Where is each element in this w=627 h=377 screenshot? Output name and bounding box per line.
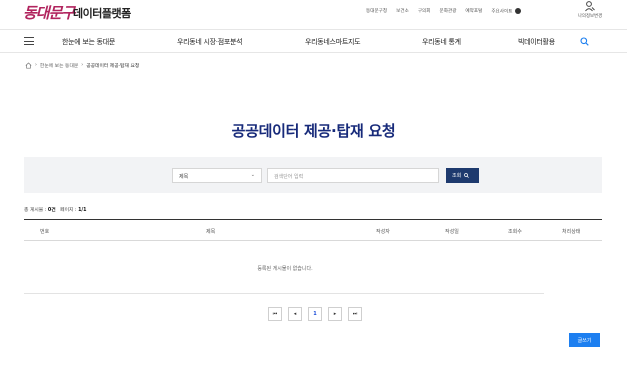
last-page-icon: ⏭	[352, 311, 358, 317]
search-icon[interactable]	[580, 37, 589, 46]
user-icon	[585, 1, 595, 12]
result-summary: 총 게시물 : 0건 페이지 : 1/1	[24, 206, 87, 213]
next-page-button[interactable]: ▸	[328, 307, 342, 321]
util-link-culture[interactable]: 문화관광	[440, 8, 457, 15]
nav-item-smart-map[interactable]: 우리동네스마트지도	[305, 37, 361, 47]
home-icon[interactable]	[25, 62, 32, 69]
nav-item-market-analysis[interactable]: 우리동네 시장·점포분석	[177, 37, 243, 47]
keyword-input[interactable]: 검색단어 입력	[267, 168, 439, 183]
column-header-status: 처리상태	[562, 229, 581, 235]
column-header-number: 번호	[40, 229, 50, 235]
user-menu[interactable]: 나의정보변경	[574, 1, 606, 19]
chevron-right-icon: ›	[35, 63, 37, 68]
chevron-right-icon: ›	[81, 63, 84, 68]
util-link-major-sites-label: 주요사이트	[491, 9, 513, 15]
nav-item-overview[interactable]: 한눈에 보는 동대문	[62, 37, 115, 47]
breadcrumb-item-current: 공공데이터 제공·탑재 요청	[86, 64, 140, 69]
column-header-date: 작성일	[445, 229, 459, 235]
util-link-reservation[interactable]: 예약포털	[465, 8, 482, 15]
main-nav: 한눈에 보는 동대문 우리동네 시장·점포분석 우리동네스마트지도 우리동네 통…	[0, 29, 627, 53]
search-button[interactable]: 조회	[446, 168, 479, 183]
total-count: 0건	[47, 208, 56, 213]
breadcrumb: › 한눈에 보는 동대문 › 공공데이터 제공·탑재 요청	[25, 62, 139, 69]
breadcrumb-item-overview[interactable]: 한눈에 보는 동대문	[40, 62, 78, 69]
total-label: 총 게시물 :	[24, 208, 47, 213]
search-button-label: 조회	[452, 173, 462, 179]
util-link-major-sites[interactable]: 주요사이트	[491, 8, 522, 15]
util-link-gu-office[interactable]: 동대문구청	[366, 8, 387, 15]
search-icon	[463, 173, 469, 178]
globe-icon	[515, 8, 522, 14]
table-header: 번호 제목 작성자 작성일 조회수 처리상태	[24, 219, 602, 241]
chevron-down-icon: ⌄	[250, 172, 255, 178]
page-label: 페이지 :	[60, 208, 77, 213]
first-page-button[interactable]: ⏮	[268, 307, 282, 321]
column-header-title: 제목	[206, 229, 216, 235]
nav-item-statistics[interactable]: 우리동네 통계	[422, 37, 461, 47]
nav-item-bigdata[interactable]: 빅데이터활용	[518, 37, 555, 47]
column-header-views: 조회수	[508, 229, 522, 235]
search-field-select-value: 제목	[179, 174, 189, 180]
write-button[interactable]: 글쓰기	[569, 333, 600, 347]
util-link-health-center[interactable]: 보건소	[396, 8, 409, 15]
page-indicator: 1/1	[78, 208, 87, 213]
last-page-button[interactable]: ⏭	[348, 307, 362, 321]
prev-page-button[interactable]: ◂	[288, 307, 302, 321]
page-number[interactable]: 1	[308, 307, 322, 321]
table-divider	[24, 293, 544, 294]
search-panel: 제목 ⌄ 검색단어 입력 조회	[24, 157, 602, 193]
first-page-icon: ⏮	[272, 311, 278, 317]
pagination: ⏮ ◂ 1 ▸ ⏭	[268, 307, 362, 321]
util-link-council[interactable]: 구의회	[418, 8, 431, 15]
next-page-icon: ▸	[333, 311, 337, 317]
menu-icon[interactable]	[24, 37, 34, 45]
column-header-author: 작성자	[376, 229, 390, 235]
search-field-select[interactable]: 제목 ⌄	[172, 168, 262, 183]
utility-links: 동대문구청 보건소 구의회 문화관광 예약포털 주요사이트	[366, 8, 522, 15]
site-logo[interactable]: 동대문구	[23, 2, 75, 23]
page-title: 공공데이터 제공·탑재 요청	[231, 122, 396, 140]
site-name[interactable]: 데이터플랫폼	[73, 5, 131, 21]
top-bar: 동대문구 데이터플랫폼 동대문구청 보건소 구의회 문화관광 예약포털 주요사이…	[0, 0, 627, 28]
user-menu-label: 나의정보변경	[577, 14, 603, 19]
prev-page-icon: ◂	[293, 311, 297, 317]
empty-message: 등록된 게시물이 없습니다.	[257, 266, 313, 272]
